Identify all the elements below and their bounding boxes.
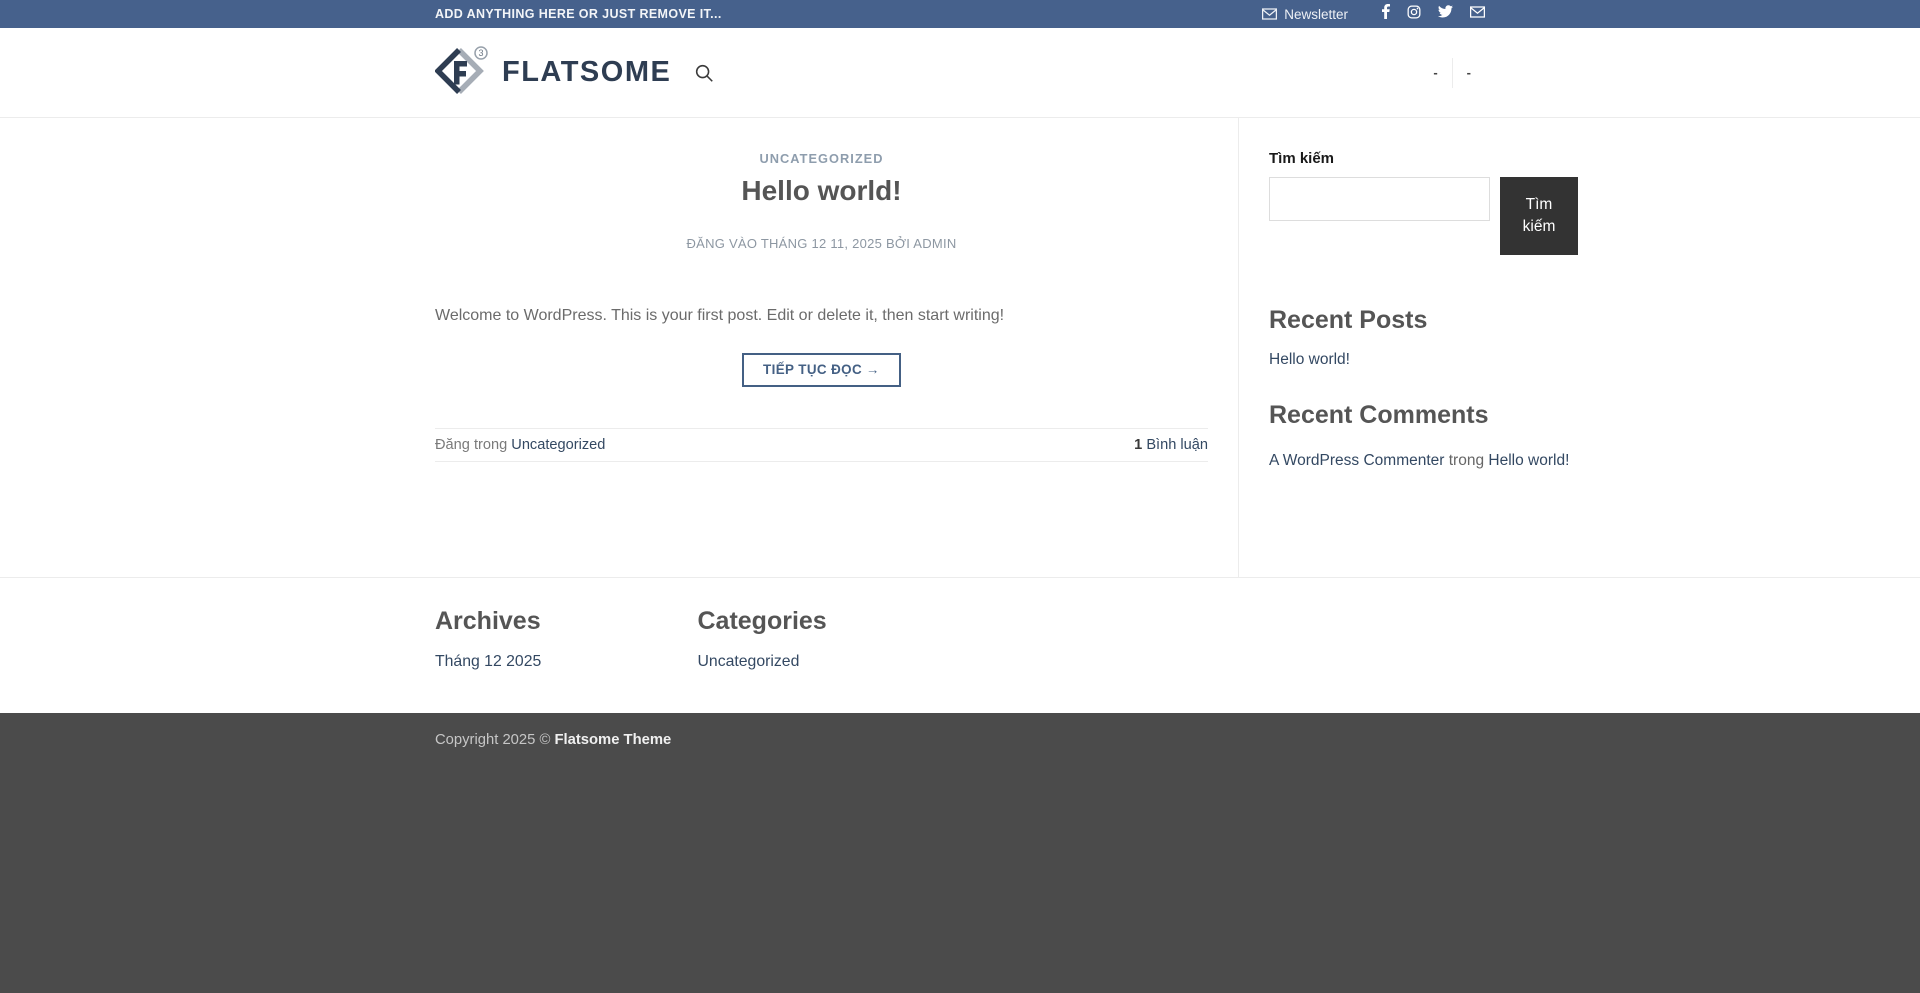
instagram-link[interactable] xyxy=(1407,5,1421,24)
posted-in: Đăng trong Uncategorized xyxy=(435,437,605,453)
posted-in-category-link[interactable]: Uncategorized xyxy=(511,437,605,453)
footer-widgets: Archives Tháng 12 2025 Categories Uncate… xyxy=(0,577,1920,714)
twitter-icon xyxy=(1438,5,1453,23)
category-link[interactable]: Uncategorized xyxy=(698,653,800,670)
svg-text:3: 3 xyxy=(478,48,483,58)
newsletter-link[interactable]: Newsletter xyxy=(1262,7,1348,22)
site-logo[interactable]: 3 FLATSOME xyxy=(434,45,672,100)
categories-widget: Categories Uncategorized xyxy=(698,606,961,671)
recent-comments-widget: Recent Comments A WordPress Commenter tr… xyxy=(1269,400,1592,475)
comments-link[interactable]: 1 Bình luận xyxy=(1134,437,1208,453)
post-category-link[interactable]: UNCATEGORIZED xyxy=(760,151,884,166)
absolute-footer: Copyright 2025 © Flatsome Theme xyxy=(0,713,1920,993)
recent-post-link[interactable]: Hello world! xyxy=(1269,351,1350,368)
comment-post-link[interactable]: Hello world! xyxy=(1488,452,1569,469)
post-hello-world: UNCATEGORIZED Hello world! ĐĂNG VÀO THÁN… xyxy=(435,150,1208,463)
recent-posts-widget: Recent Posts Hello world! xyxy=(1269,305,1592,369)
read-more-wrap: TIẾP TỤC ĐỌC → xyxy=(435,352,1208,388)
list-item: A WordPress Commenter trong Hello world! xyxy=(1269,447,1592,476)
search-widget: Tìm kiếm Tìm kiếm xyxy=(1269,150,1592,255)
search-widget-label: Tìm kiếm xyxy=(1269,150,1335,167)
search-icon[interactable] xyxy=(693,62,715,84)
post-title: Hello world! xyxy=(741,175,902,206)
comments-count: 1 xyxy=(1134,437,1143,454)
newsletter-label: Newsletter xyxy=(1284,6,1348,22)
posted-in-label: Đăng trong xyxy=(435,437,508,454)
search-form: Tìm kiếm xyxy=(1269,177,1592,255)
post-header: UNCATEGORIZED Hello world! ĐĂNG VÀO THÁN… xyxy=(435,150,1208,251)
read-more-button[interactable]: TIẾP TỤC ĐỌC → xyxy=(742,352,901,388)
copyright-brand: Flatsome Theme xyxy=(554,732,672,749)
twitter-link[interactable] xyxy=(1438,5,1453,23)
archives-widget: Archives Tháng 12 2025 xyxy=(435,606,698,671)
header-menu: - - xyxy=(1419,57,1485,88)
logo-wordmark: FLATSOME xyxy=(502,56,672,88)
list-item: Hello world! xyxy=(1269,351,1592,369)
email-icon xyxy=(1470,5,1485,23)
list-item: Tháng 12 2025 xyxy=(435,653,698,671)
archives-heading: Archives xyxy=(435,607,541,635)
main-section: UNCATEGORIZED Hello world! ĐĂNG VÀO THÁN… xyxy=(0,118,1920,577)
recent-posts-heading: Recent Posts xyxy=(1269,306,1428,334)
search-submit-button[interactable]: Tìm kiếm xyxy=(1500,177,1578,255)
topbar-message: ADD ANYTHING HERE OR JUST REMOVE IT... xyxy=(435,7,722,21)
post-excerpt: Welcome to WordPress. This is your first… xyxy=(435,307,1005,325)
comments-label: Bình luận xyxy=(1146,437,1208,454)
list-item: Uncategorized xyxy=(698,653,961,671)
archive-link[interactable]: Tháng 12 2025 xyxy=(435,653,541,670)
categories-heading: Categories xyxy=(697,607,827,635)
envelope-icon xyxy=(1262,8,1278,20)
flatsome-logo-mark-icon: 3 xyxy=(434,45,489,100)
social-links xyxy=(1381,4,1485,24)
topbar-right: Newsletter xyxy=(1262,4,1485,24)
top-bar: ADD ANYTHING HERE OR JUST REMOVE IT... N… xyxy=(0,0,1920,28)
sidebar: Tìm kiếm Tìm kiếm Recent Posts Hello wor… xyxy=(1238,118,1592,577)
copyright-text: Copyright 2025 © Flatsome Theme xyxy=(435,732,1485,748)
menu-item-1[interactable]: - xyxy=(1419,65,1451,80)
facebook-icon xyxy=(1381,4,1390,24)
post-area: UNCATEGORIZED Hello world! ĐĂNG VÀO THÁN… xyxy=(435,118,1238,577)
comment-author-link[interactable]: A WordPress Commenter xyxy=(1269,452,1444,469)
recent-comments-heading: Recent Comments xyxy=(1269,401,1489,430)
email-link[interactable] xyxy=(1470,5,1485,23)
search-input[interactable] xyxy=(1269,177,1490,221)
comment-connector: trong xyxy=(1448,451,1485,469)
facebook-link[interactable] xyxy=(1381,4,1390,24)
post-footer: Đăng trong Uncategorized 1 Bình luận xyxy=(435,428,1208,463)
menu-item-2[interactable]: - xyxy=(1453,65,1485,80)
post-meta: ĐĂNG VÀO THÁNG 12 11, 2025 BỞI ADMIN xyxy=(686,236,957,252)
instagram-icon xyxy=(1407,5,1421,24)
copyright-prefix: Copyright 2025 © xyxy=(435,732,555,749)
site-header: 3 FLATSOME - - xyxy=(0,28,1920,118)
